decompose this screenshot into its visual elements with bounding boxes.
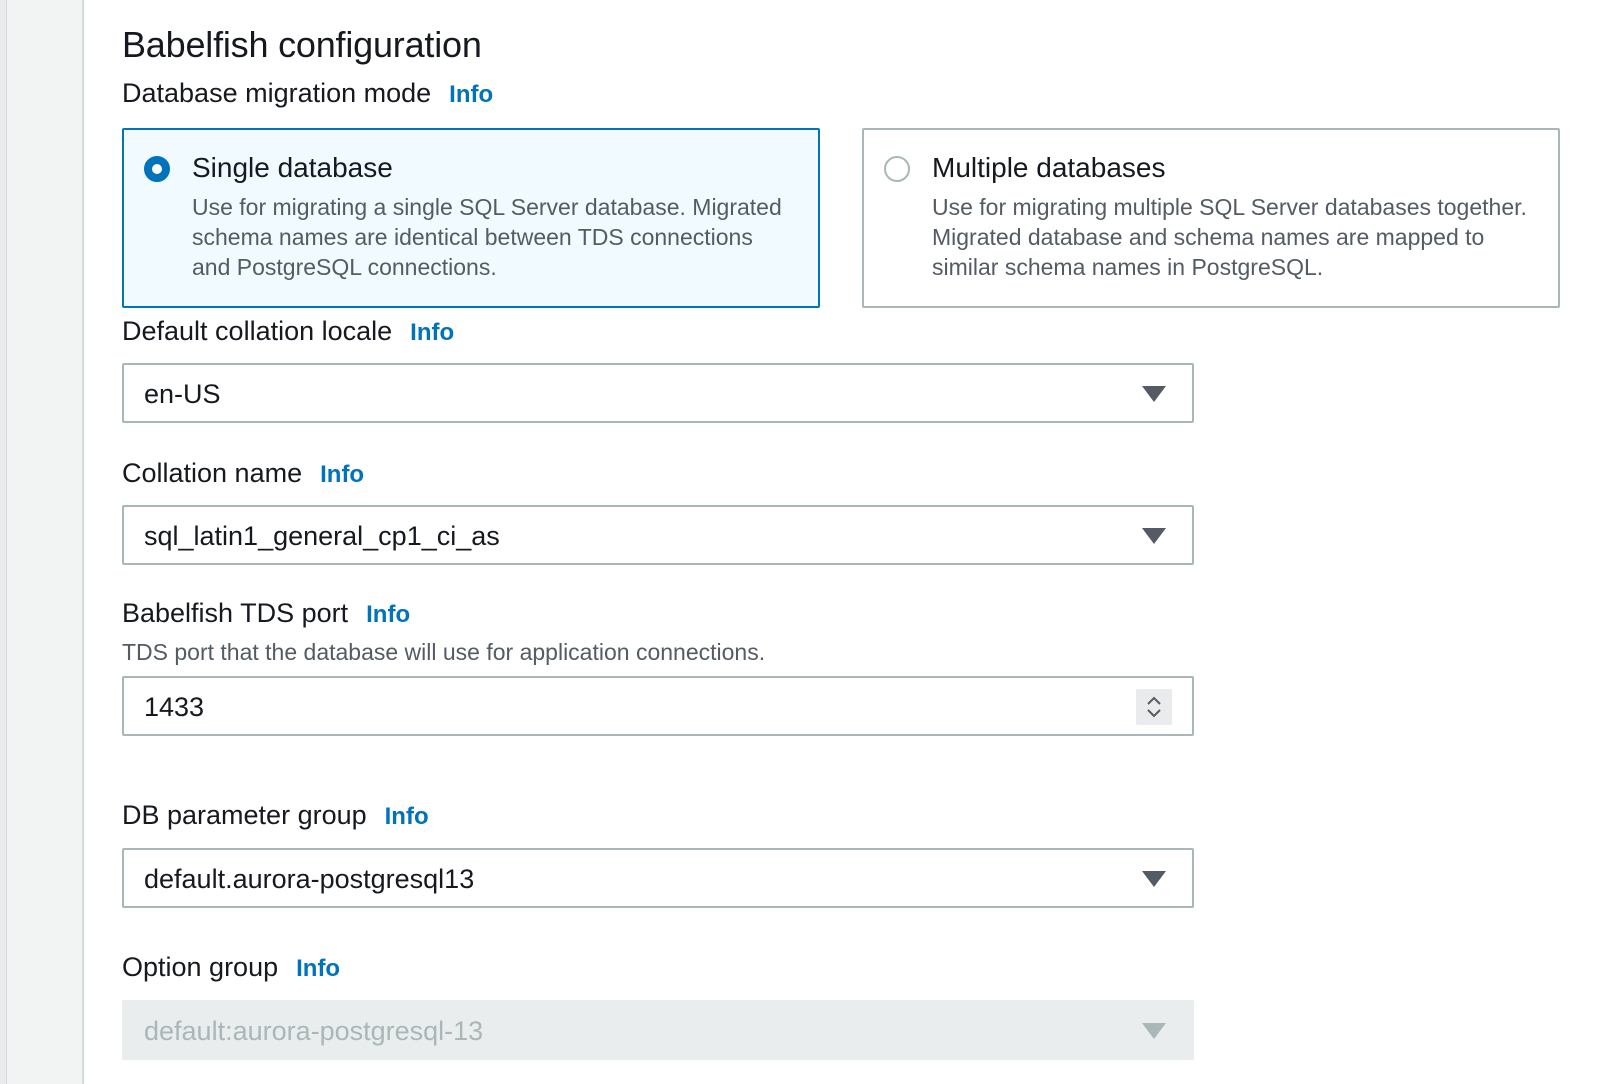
tds-port-description: TDS port that the database will use for …: [122, 639, 766, 665]
option-group-info-link[interactable]: Info: [296, 955, 340, 983]
db-parameter-group-label: DB parameter group: [122, 800, 367, 830]
option-group-label: Option group: [122, 952, 279, 982]
radio-single-database[interactable]: [144, 156, 170, 182]
migration-mode-label-row: Database migration mode Info: [122, 78, 493, 109]
stepper-chevrons-icon: [1147, 696, 1161, 718]
collation-name-info-link[interactable]: Info: [320, 461, 364, 489]
migration-mode-info-link[interactable]: Info: [449, 81, 493, 109]
db-parameter-group-select[interactable]: default.aurora-postgresql13: [122, 848, 1194, 908]
tds-port-value: 1433: [144, 692, 205, 722]
left-nav-strip: [0, 0, 7, 1084]
collation-locale-info-link[interactable]: Info: [410, 319, 454, 347]
multiple-databases-description: Use for migrating multiple SQL Server da…: [932, 194, 1527, 280]
tile-multiple-databases[interactable]: Multiple databases Use for migrating mul…: [862, 128, 1560, 308]
collation-name-select[interactable]: sql_latin1_general_cp1_ci_as: [122, 505, 1194, 565]
collation-locale-value: en-US: [144, 379, 221, 409]
radio-multiple-databases[interactable]: [884, 156, 910, 182]
db-parameter-group-info-link[interactable]: Info: [385, 803, 429, 831]
caret-down-icon: [1142, 871, 1166, 887]
single-database-title: Single database: [192, 152, 393, 183]
tds-port-input[interactable]: 1433: [122, 676, 1194, 736]
tds-port-info-link[interactable]: Info: [366, 601, 410, 629]
option-group-label-row: Option group Info: [122, 952, 340, 983]
single-database-description: Use for migrating a single SQL Server da…: [192, 194, 782, 280]
option-group-value: default:aurora-postgresql-13: [144, 1016, 484, 1046]
collation-locale-label: Default collation locale: [122, 316, 393, 346]
collation-locale-select[interactable]: en-US: [122, 363, 1194, 423]
db-parameter-group-value: default.aurora-postgresql13: [144, 864, 475, 894]
migration-mode-label: Database migration mode: [122, 78, 432, 108]
collation-name-value: sql_latin1_general_cp1_ci_as: [144, 521, 500, 551]
db-parameter-group-label-row: DB parameter group Info: [122, 800, 429, 831]
collation-name-label: Collation name: [122, 458, 303, 488]
number-stepper[interactable]: [1136, 689, 1172, 725]
caret-down-icon: [1142, 386, 1166, 402]
caret-down-icon: [1142, 528, 1166, 544]
option-group-select: default:aurora-postgresql-13: [122, 1000, 1194, 1060]
tile-single-database[interactable]: Single database Use for migrating a sing…: [122, 128, 820, 308]
tds-port-label-row: Babelfish TDS port Info: [122, 598, 410, 629]
collation-name-label-row: Collation name Info: [122, 458, 364, 489]
collation-locale-label-row: Default collation locale Info: [122, 316, 454, 347]
multiple-databases-title: Multiple databases: [932, 152, 1166, 183]
section-title: Babelfish configuration: [122, 24, 482, 65]
tds-port-label: Babelfish TDS port: [122, 598, 349, 628]
caret-down-icon: [1142, 1023, 1166, 1039]
